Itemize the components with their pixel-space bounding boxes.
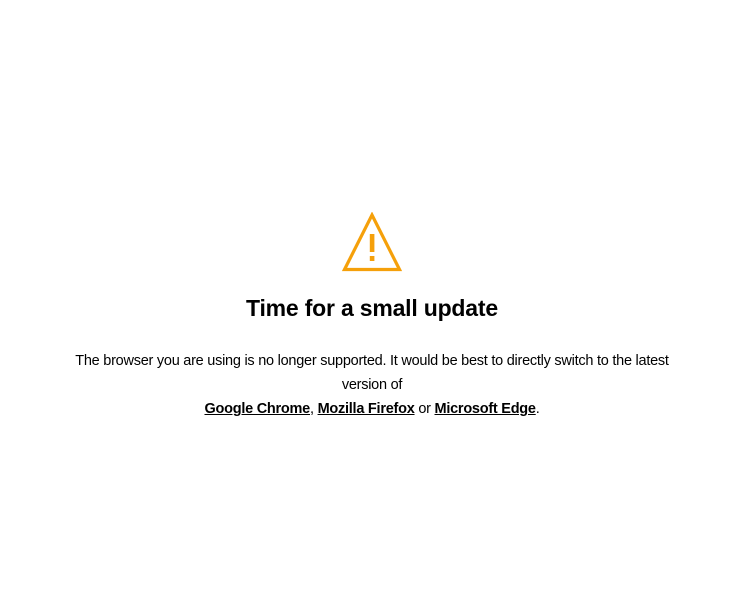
unsupported-browser-page: Time for a small update The browser you … [0,0,744,600]
warning-triangle-icon [342,212,402,272]
update-notice: Time for a small update The browser you … [0,212,744,421]
message-text: The browser you are using is no longer s… [75,353,669,393]
or-separator: or [418,401,431,417]
page-title: Time for a small update [246,295,498,321]
google-chrome-link[interactable]: Google Chrome [204,401,310,417]
sentence-end: . [535,401,540,417]
microsoft-edge-link[interactable]: Microsoft Edge [435,401,536,417]
update-message: The browser you are using is no longer s… [52,349,692,421]
comma-separator: , [310,401,314,417]
mozilla-firefox-link[interactable]: Mozilla Firefox [318,401,415,417]
